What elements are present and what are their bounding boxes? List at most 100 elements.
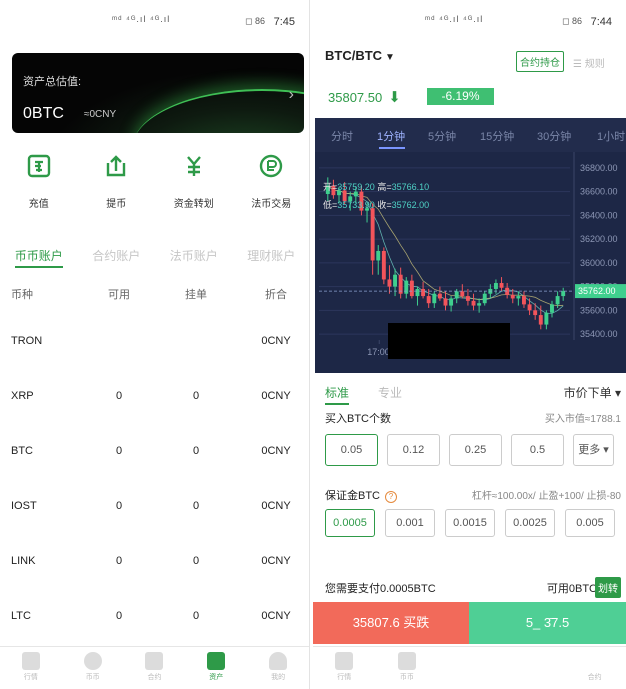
- last-price: 35807.50 ⬇: [328, 89, 401, 106]
- quantity-option-1[interactable]: 0.12: [387, 434, 440, 466]
- status-bar: ᵐᵈ ⁴ᴳ.ıl ⁴ᴳ.ıl ◻ 86 7:44: [313, 0, 626, 44]
- tab-interval-1h[interactable]: 1小时: [597, 128, 625, 144]
- chart-bars-icon: [21, 652, 40, 670]
- tab-interval-30m[interactable]: 30分钟: [537, 128, 571, 144]
- tab-assets[interactable]: 资产: [185, 647, 247, 689]
- margin-option-4[interactable]: 0.005: [565, 509, 615, 537]
- quantity-option-2[interactable]: 0.25: [449, 434, 502, 466]
- margin-option-1[interactable]: 0.001: [385, 509, 435, 537]
- chevron-right-icon[interactable]: ›: [289, 86, 294, 104]
- cell-available: 0: [115, 445, 123, 457]
- cell-coin: XRP: [11, 390, 34, 402]
- candle-body: [376, 250, 381, 261]
- candle-body: [477, 303, 482, 306]
- candle-body: [510, 294, 515, 299]
- tab-interval-15m[interactable]: 15分钟: [480, 128, 514, 144]
- y-tick-label: 35600.00: [580, 305, 618, 315]
- tab-market[interactable]: 行情: [0, 647, 62, 689]
- cell-value: 0CNY: [261, 500, 291, 512]
- pair-selector[interactable]: BTC/BTC ▼: [325, 48, 395, 63]
- candle-body: [471, 300, 476, 306]
- clock: 7:45: [273, 16, 295, 28]
- asset-summary-card[interactable]: 资产总估值: 0BTC ≈0CNY ›: [12, 53, 304, 133]
- cell-available: 0: [115, 390, 123, 402]
- asset-total-label: 资产总估值:: [23, 76, 82, 88]
- quantity-option-0[interactable]: 0.05: [325, 434, 378, 466]
- rules-button[interactable]: ☰ 规则: [573, 55, 605, 70]
- withdraw-button[interactable]: 提币: [78, 153, 156, 210]
- cell-coin: TRON: [11, 335, 43, 347]
- table-row[interactable]: IOST 0 0 0CNY: [0, 500, 309, 516]
- tab-fiat-account[interactable]: 法币账户: [155, 247, 233, 268]
- candle-body: [499, 283, 504, 288]
- transfer-button[interactable]: 资金转划: [155, 153, 233, 210]
- candle-body: [550, 304, 554, 313]
- table-row[interactable]: TRON 0CNY: [0, 335, 309, 351]
- cell-value: 0CNY: [261, 445, 291, 457]
- tab-finance-account[interactable]: 理财账户: [233, 247, 310, 268]
- x-tick-label: 17:00: [367, 347, 390, 357]
- tab-pro[interactable]: 专业: [378, 384, 402, 401]
- cell-coin: IOST: [11, 500, 37, 512]
- candle-body: [538, 315, 543, 325]
- y-tick-label: 36600.00: [580, 187, 618, 197]
- asset-actions: 充值 提币 资金转划 法币交易: [0, 153, 310, 210]
- candle-body: [460, 291, 465, 297]
- table-row[interactable]: XRP 0 0 0CNY: [0, 390, 309, 406]
- tab-spot[interactable]: 币币: [376, 647, 439, 689]
- tab-spot[interactable]: 币币: [62, 647, 124, 689]
- tab-interval-1m[interactable]: 1分钟: [377, 128, 405, 144]
- table-row[interactable]: BTC 0 0 0CNY: [0, 445, 309, 461]
- candle-body: [443, 298, 448, 306]
- candle-body: [561, 291, 566, 297]
- tab-standard[interactable]: 标准: [325, 384, 350, 405]
- assets-screen: ᵐᵈ ⁴ᴳ.ıl ⁴ᴳ.ıl ◻ 86 7:45 资产总估值: 0BTC ≈0C…: [0, 0, 310, 689]
- cell-coin: BTC: [11, 445, 33, 457]
- kline-chart-panel[interactable]: 分时 1分钟 5分钟 15分钟 30分钟 1小时 36800.00 36600.0…: [315, 118, 626, 373]
- tab-market[interactable]: 行情: [313, 647, 376, 689]
- margin-option-2[interactable]: 0.0015: [445, 509, 495, 537]
- tab-contract-account[interactable]: 合约账户: [78, 247, 156, 268]
- ohlc-line-2: 低=35733.90 收=35762.00: [323, 200, 430, 210]
- market-order-dropdown[interactable]: 市价下单 ▾: [564, 384, 621, 401]
- candle-body: [465, 296, 470, 301]
- trade-buttons: 35807.6 买跌 5_ 3̄7.5: [313, 602, 626, 644]
- deposit-button[interactable]: 充值: [0, 153, 78, 210]
- buy-down-button[interactable]: 35807.6 买跌: [313, 602, 469, 644]
- deposit-icon: [27, 154, 50, 178]
- deposit-label: 充值: [28, 199, 49, 210]
- table-row[interactable]: LINK 0 0 0CNY: [0, 555, 309, 571]
- quantity-more-dropdown[interactable]: 更多 ▾: [573, 434, 614, 466]
- candle-body: [454, 291, 459, 299]
- candle-body: [404, 280, 409, 294]
- tab-contract[interactable]: 合约: [563, 647, 626, 689]
- header-available: 可用: [108, 289, 130, 301]
- tab-contract[interactable]: 合约: [124, 647, 186, 689]
- margin-option-3[interactable]: 0.0025: [505, 509, 555, 537]
- transfer-label: 资金转划: [173, 199, 214, 210]
- candle-body: [370, 208, 375, 261]
- cell-value: 0CNY: [261, 555, 291, 567]
- transfer-button[interactable]: 划转: [595, 577, 621, 598]
- buy-up-button[interactable]: 5_ 3̄7.5: [469, 602, 626, 644]
- margin-option-0[interactable]: 0.0005: [325, 509, 375, 537]
- fiat-trade-button[interactable]: 法币交易: [233, 153, 310, 210]
- payment-required: 您需要支付0.0005BTC: [325, 583, 436, 595]
- account-tabs: 币币账户 合约账户 法币账户 理财账户: [0, 247, 310, 268]
- person-icon: [269, 652, 288, 670]
- tab-interval-5m[interactable]: 5分钟: [428, 128, 456, 144]
- ohlc-line-1: 开=35759.20 高=35766.10: [323, 182, 430, 192]
- candle-body: [415, 288, 420, 297]
- candle-body: [381, 250, 386, 280]
- tab-profile[interactable]: 我的: [247, 647, 309, 689]
- table-row[interactable]: LTC 0 0 0CNY: [0, 610, 309, 626]
- tab-interval-timeshare[interactable]: 分时: [331, 128, 353, 144]
- tab-spot-account[interactable]: 币币账户: [0, 247, 78, 268]
- header-orders: 挂单: [185, 289, 207, 301]
- withdraw-icon: [107, 155, 126, 177]
- help-icon[interactable]: ?: [385, 491, 397, 503]
- contract-position-button[interactable]: 合约持仓: [516, 51, 564, 72]
- tab-placeholder-a[interactable]: [438, 647, 501, 689]
- quantity-option-3[interactable]: 0.5: [511, 434, 564, 466]
- tab-placeholder-b[interactable]: [501, 647, 564, 689]
